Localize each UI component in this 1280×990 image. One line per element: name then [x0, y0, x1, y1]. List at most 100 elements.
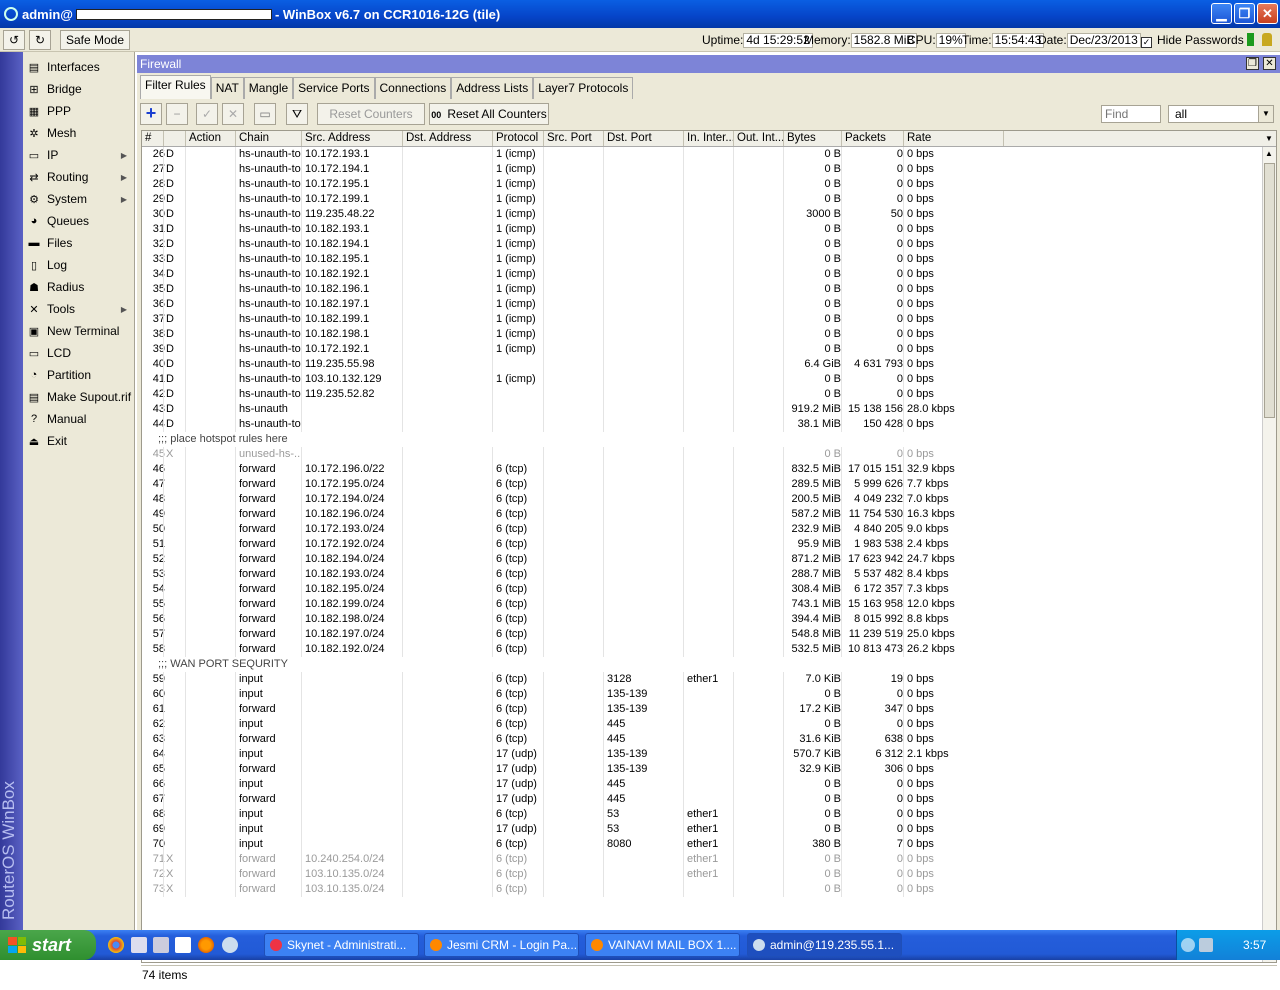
table-row[interactable]: 32 Dhs-unauth-to 10.182.194.1 1 (icmp) 0 B 00…: [142, 237, 1262, 252]
sidebar-item-radius[interactable]: ☗ Radius: [23, 276, 135, 298]
table-row[interactable]: 57 forward 10.182.197.0/24 6 (tcp) 548.8 MiB…: [142, 627, 1262, 642]
taskbar-item[interactable]: VAINAVI MAIL BOX 1....: [585, 933, 740, 957]
table-row[interactable]: 37 Dhs-unauth-to 10.182.199.1 1 (icmp) 0 B 00…: [142, 312, 1262, 327]
sidebar-item-queues[interactable]: ◕ Queues: [23, 210, 135, 232]
sidebar-item-ppp[interactable]: ▦ PPP: [23, 100, 135, 122]
vertical-scrollbar[interactable]: ▲ ▼: [1262, 147, 1276, 962]
table-row[interactable]: 53 forward 10.182.193.0/24 6 (tcp) 288.7 MiB…: [142, 567, 1262, 582]
table-row[interactable]: 38 Dhs-unauth-to 10.182.198.1 1 (icmp) 0 B 00…: [142, 327, 1262, 342]
table-row[interactable]: 41 Dhs-unauth-to 103.10.132.129 1 (icmp) 0 B…: [142, 372, 1262, 387]
column-header[interactable]: [164, 131, 186, 146]
sidebar-item-ip[interactable]: ▭ IP ▶: [23, 144, 135, 166]
comment-row[interactable]: ;;; WAN PORT SEQURITY: [142, 657, 1262, 672]
maximize-button[interactable]: ❐: [1234, 3, 1255, 24]
column-header[interactable]: Dst. Address: [403, 131, 493, 146]
reset-counters-button[interactable]: Reset Counters: [317, 103, 425, 125]
table-row[interactable]: 73 Xforward 103.10.135.0/24 6 (tcp) 0 B 0 0 bp…: [142, 882, 1262, 897]
scrollbar-thumb[interactable]: [1264, 163, 1275, 418]
vc-quicklaunch-icon[interactable]: [175, 937, 191, 953]
table-row[interactable]: 60input6 (tcp)135-1390 B00 bps✖drop: [142, 687, 1262, 702]
table-row[interactable]: 45Xunused-hs-...0 B00 bps⇩pas...: [142, 447, 1262, 462]
tab-connections[interactable]: Connections: [374, 77, 452, 99]
sidebar-item-make-supout-rif[interactable]: ▤ Make Supout.rif: [23, 386, 135, 408]
taskbar-item[interactable]: Skynet - Administrati...: [264, 933, 419, 957]
table-row[interactable]: 50 forward 10.172.193.0/24 6 (tcp) 232.9 MiB…: [142, 522, 1262, 537]
sidebar-item-partition[interactable]: ◔ Partition: [23, 364, 135, 386]
network-quicklaunch-icon[interactable]: [131, 937, 147, 953]
table-row[interactable]: 46 forward 10.172.196.0/22 6 (tcp) 832.5 MiB…: [142, 462, 1262, 477]
add-rule-icon[interactable]: +: [140, 103, 162, 125]
sidebar-item-interfaces[interactable]: ▤ Interfaces: [23, 56, 135, 78]
table-row[interactable]: 33 Dhs-unauth-to 10.182.195.1 1 (icmp) 0 B 00…: [142, 252, 1262, 267]
table-row[interactable]: 43 Dhs-unauth 919.2 MiB 15 138 156 28.0 kbps…: [142, 402, 1262, 417]
minimize-button[interactable]: ▁: [1211, 3, 1232, 24]
network-tray-icon[interactable]: [1199, 938, 1213, 952]
table-row[interactable]: 66input17 (udp)4450 B00 bps✖drop: [142, 777, 1262, 792]
tray-expand-icon[interactable]: [1181, 938, 1195, 952]
table-row[interactable]: 40 Dhs-unauth-to 119.235.55.98 6.4 GiB 4 631…: [142, 357, 1262, 372]
column-header[interactable]: Rate: [904, 131, 1004, 146]
table-row[interactable]: 48 forward 10.172.194.0/24 6 (tcp) 200.5 MiB…: [142, 492, 1262, 507]
table-row[interactable]: 68input6 (tcp)53ether10 B00 bps✖drop: [142, 807, 1262, 822]
enable-rule-icon[interactable]: ✓: [196, 103, 218, 125]
table-row[interactable]: 56 forward 10.182.198.0/24 6 (tcp) 394.4 MiB…: [142, 612, 1262, 627]
table-row[interactable]: 35 Dhs-unauth-to 10.182.196.1 1 (icmp) 0 B 00…: [142, 282, 1262, 297]
column-header[interactable]: #: [142, 131, 164, 146]
scroll-up-icon[interactable]: ▲: [1265, 149, 1273, 158]
close-button[interactable]: ✕: [1257, 3, 1278, 24]
table-row[interactable]: 29 Dhs-unauth-to 10.172.199.1 1 (icmp) 0 B 00…: [142, 192, 1262, 207]
sidebar-item-files[interactable]: ▬ Files: [23, 232, 135, 254]
tab-filter-rules[interactable]: Filter Rules: [140, 75, 211, 99]
sidebar-item-system[interactable]: ⚙ System ▶: [23, 188, 135, 210]
table-row[interactable]: 47 forward 10.172.195.0/24 6 (tcp) 289.5 MiB…: [142, 477, 1262, 492]
reset-all-counters-button[interactable]: 00 Reset All Counters: [429, 103, 549, 125]
table-row[interactable]: 49 forward 10.182.196.0/24 6 (tcp) 587.2 MiB…: [142, 507, 1262, 522]
table-row[interactable]: 51 forward 10.172.192.0/24 6 (tcp) 95.9 MiB 1…: [142, 537, 1262, 552]
tab-address-lists[interactable]: Address Lists: [451, 77, 534, 99]
sidebar-item-bridge[interactable]: ⊞ Bridge: [23, 78, 135, 100]
table-row[interactable]: 65 forward 17 (udp) 135-139 32.9 KiB 306 0 bps…: [142, 762, 1262, 777]
tab-layer7-protocols[interactable]: Layer7 Protocols: [533, 77, 634, 99]
column-header[interactable]: Packets: [842, 131, 904, 146]
column-header[interactable]: Src. Address: [302, 131, 403, 146]
restore-window-icon[interactable]: ❐: [1246, 57, 1259, 70]
close-window-icon[interactable]: ✕: [1263, 57, 1276, 70]
table-row[interactable]: 27 Dhs-unauth-to 10.172.194.1 1 (icmp) 0 B 00…: [142, 162, 1262, 177]
computer-quicklaunch-icon[interactable]: [153, 937, 169, 953]
table-row[interactable]: 52 forward 10.182.194.0/24 6 (tcp) 871.2 MiB…: [142, 552, 1262, 567]
firefox-quicklaunch-icon[interactable]: [198, 937, 214, 953]
column-header[interactable]: In. Inter...: [684, 131, 734, 146]
table-row[interactable]: 67forward17 (udp)4450 B00 bps✖drop: [142, 792, 1262, 807]
hide-passwords-checkbox[interactable]: ✓ Hide Passwords: [1141, 33, 1244, 48]
column-header[interactable]: Out. Int...: [734, 131, 784, 146]
table-row[interactable]: 28 Dhs-unauth-to 10.172.195.1 1 (icmp) 0 B 00…: [142, 177, 1262, 192]
sidebar-item-lcd[interactable]: ▭ LCD: [23, 342, 135, 364]
sidebar-item-tools[interactable]: ✕ Tools ▶: [23, 298, 135, 320]
filter-select[interactable]: all ▼: [1168, 105, 1274, 123]
tab-mangle[interactable]: Mangle: [243, 77, 294, 99]
table-row[interactable]: 44Dhs-unauth-to38.1 MiB150 4280 bps✖reje…: [142, 417, 1262, 432]
start-button[interactable]: start: [0, 930, 96, 960]
table-row[interactable]: 26 Dhs-unauth-to 10.172.193.1 1 (icmp) 0 B 00…: [142, 147, 1262, 162]
chrome-quicklaunch-icon[interactable]: [108, 937, 124, 953]
table-row[interactable]: 55 forward 10.182.199.0/24 6 (tcp) 743.1 MiB…: [142, 597, 1262, 612]
winbox-quicklaunch-icon[interactable]: [222, 937, 238, 953]
table-row[interactable]: 36 Dhs-unauth-to 10.182.197.1 1 (icmp) 0 B 00…: [142, 297, 1262, 312]
chevron-down-icon[interactable]: ▼: [1258, 106, 1273, 122]
sidebar-item-routing[interactable]: ⇄ Routing ▶: [23, 166, 135, 188]
sidebar-item-new-terminal[interactable]: ▣ New Terminal: [23, 320, 135, 342]
table-row[interactable]: 39 Dhs-unauth-to 10.172.192.1 1 (icmp) 0 B 00…: [142, 342, 1262, 357]
firewall-window-title[interactable]: Firewall ❐ ✕: [137, 55, 1280, 73]
sidebar-item-exit[interactable]: ⏏ Exit: [23, 430, 135, 452]
window-title-bar[interactable]: admin@ - WinBox v6.7 on CCR1016-12G (til…: [0, 0, 1280, 28]
column-header[interactable]: Protocol: [493, 131, 544, 146]
column-header[interactable]: Bytes: [784, 131, 842, 146]
column-chooser-icon[interactable]: ▼: [1262, 131, 1276, 146]
comment-icon[interactable]: ▭: [254, 103, 276, 125]
column-header[interactable]: Src. Port: [544, 131, 604, 146]
find-input[interactable]: [1101, 105, 1161, 123]
remove-rule-icon[interactable]: −: [166, 103, 188, 125]
redo-icon[interactable]: ↻: [29, 30, 51, 50]
taskbar-item[interactable]: Jesmi CRM - Login Pa...: [424, 933, 579, 957]
column-header[interactable]: Chain: [236, 131, 302, 146]
